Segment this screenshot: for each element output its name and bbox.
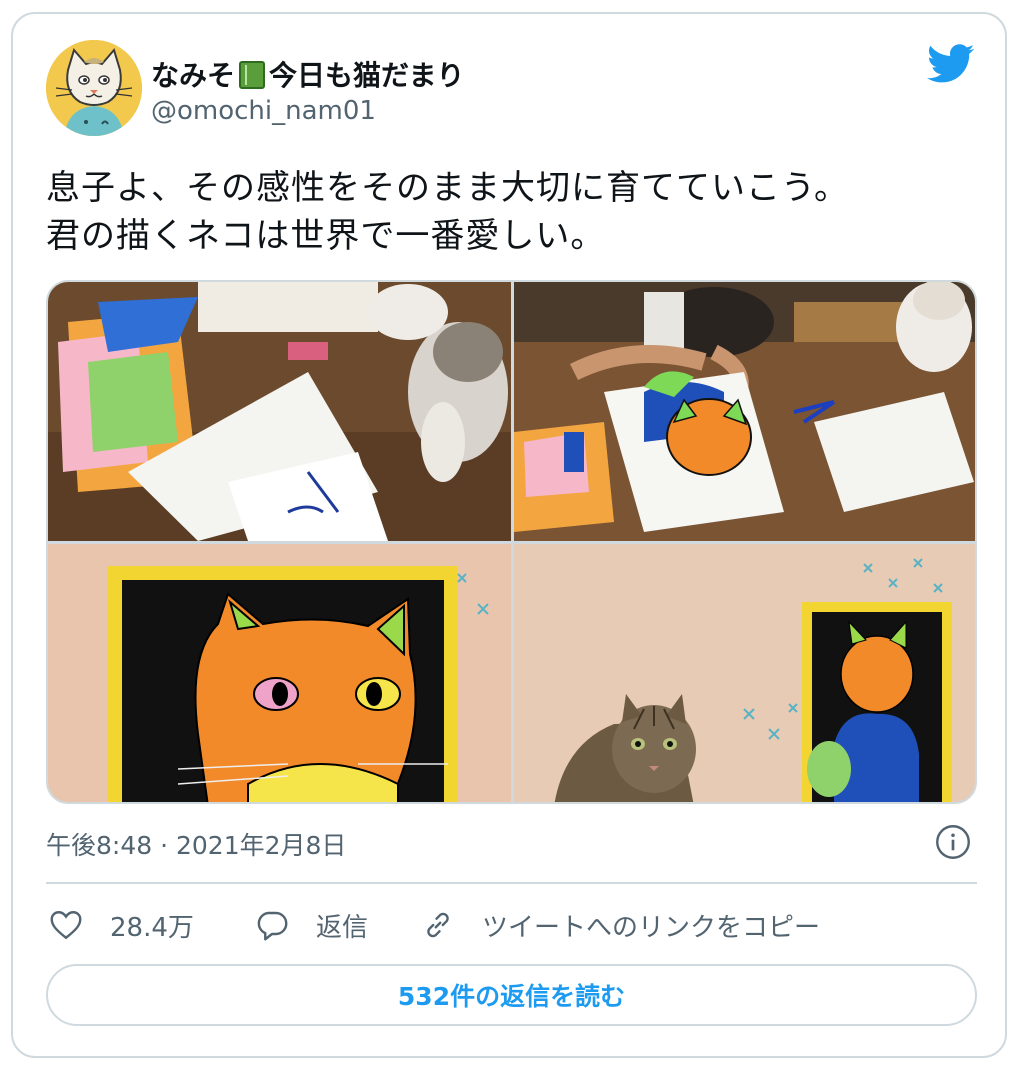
divider xyxy=(46,882,977,884)
photo-3[interactable] xyxy=(48,544,511,802)
reply-label: 返信 xyxy=(316,912,369,943)
reply-bubble-icon xyxy=(257,911,288,941)
author-name-part1: なみそ xyxy=(151,59,236,92)
twitter-bird-icon[interactable] xyxy=(927,44,975,84)
author-name-part2: 今日も猫だまり xyxy=(269,59,465,92)
copy-link-label: ツイートへのリンクをコピー xyxy=(482,912,821,943)
heart-icon xyxy=(50,911,82,940)
action-bar: 28.4万 返信 ツイートへのリンクをコピー xyxy=(46,902,977,948)
read-replies-button[interactable]: 532件の返信を読む xyxy=(46,964,977,1026)
tweet-text: 息子よ、その感性をそのまま大切に育てていこう。 君の描くネコは世界で一番愛しい。 xyxy=(46,164,986,260)
copy-link-button[interactable]: ツイートへのリンクをコピー xyxy=(420,902,820,948)
like-count: 28.4万 xyxy=(110,912,194,943)
photo-3-image xyxy=(48,544,511,802)
photo-2-image xyxy=(514,282,975,541)
like-button[interactable]: 28.4万 xyxy=(48,902,194,948)
link-icon xyxy=(427,912,449,938)
author-name[interactable]: なみそ 今日も猫だまり xyxy=(151,54,464,94)
timestamp-separator: · xyxy=(160,831,169,860)
photo-2[interactable] xyxy=(514,282,975,541)
media-grid xyxy=(46,280,977,804)
tweet-timestamp[interactable]: 午後8:48 · 2021年2月8日 xyxy=(46,826,346,862)
reply-button[interactable]: 返信 xyxy=(254,902,368,948)
tweet-card: なみそ 今日も猫だまり @omochi_nam01 息子よ、その感性をそのまま大切… xyxy=(11,12,1007,1058)
info-icon[interactable] xyxy=(935,824,971,860)
tweet-text-line-2: 君の描くネコは世界で一番愛しい。 xyxy=(46,216,606,256)
tweet-time: 午後8:48 xyxy=(46,831,153,860)
photo-4[interactable] xyxy=(514,544,975,802)
author-avatar[interactable] xyxy=(46,40,142,136)
tweet-date: 2021年2月8日 xyxy=(176,831,347,860)
green-book-icon xyxy=(239,61,266,89)
photo-1[interactable] xyxy=(48,282,511,541)
photo-4-image xyxy=(514,544,975,802)
tweet-text-line-1: 息子よ、その感性をそのまま大切に育てていこう。 xyxy=(46,168,849,208)
cat-avatar-icon xyxy=(46,40,142,136)
author-handle[interactable]: @omochi_nam01 xyxy=(151,96,376,126)
photo-1-image xyxy=(48,282,511,541)
